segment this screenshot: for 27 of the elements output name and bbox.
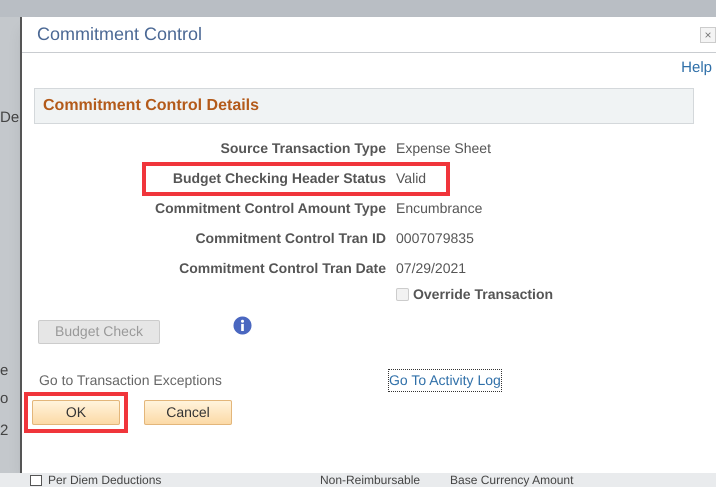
- field-value: 07/29/2021: [396, 259, 466, 278]
- help-link[interactable]: Help: [681, 57, 712, 80]
- close-button[interactable]: ×: [700, 26, 716, 42]
- field-value: Expense Sheet: [396, 139, 491, 158]
- column-header: Base Currency Amount: [450, 474, 574, 486]
- field-value: 0007079835: [396, 229, 474, 248]
- background-text: e: [0, 362, 10, 380]
- background-text: o: [0, 390, 10, 408]
- cancel-button[interactable]: Cancel: [144, 400, 232, 424]
- field-value: Valid: [396, 169, 426, 188]
- ok-button[interactable]: OK: [32, 400, 120, 424]
- field-label: Commitment Control Tran Date: [178, 259, 386, 278]
- dialog-title: Commitment Control: [37, 23, 202, 46]
- checkbox-label: Override Transaction: [413, 285, 554, 304]
- column-header: Non-Reimbursable: [320, 474, 420, 486]
- link[interactable]: Go To Activity Log: [388, 369, 502, 392]
- field-label: Commitment Control Amount Type: [154, 199, 386, 218]
- background-text: 2: [0, 422, 10, 440]
- info-icon[interactable]: [233, 316, 252, 334]
- background-text: De: [0, 109, 20, 127]
- checkbox[interactable]: [30, 474, 42, 486]
- field-label: Budget Checking Header Status: [172, 169, 386, 188]
- section-title: Commitment Control Details: [43, 96, 260, 116]
- field-value: Encumbrance: [396, 199, 482, 218]
- field-label: Source Transaction Type: [220, 139, 386, 158]
- field-label: Commitment Control Tran ID: [194, 229, 386, 248]
- background-text: Per Diem Deductions: [48, 474, 162, 486]
